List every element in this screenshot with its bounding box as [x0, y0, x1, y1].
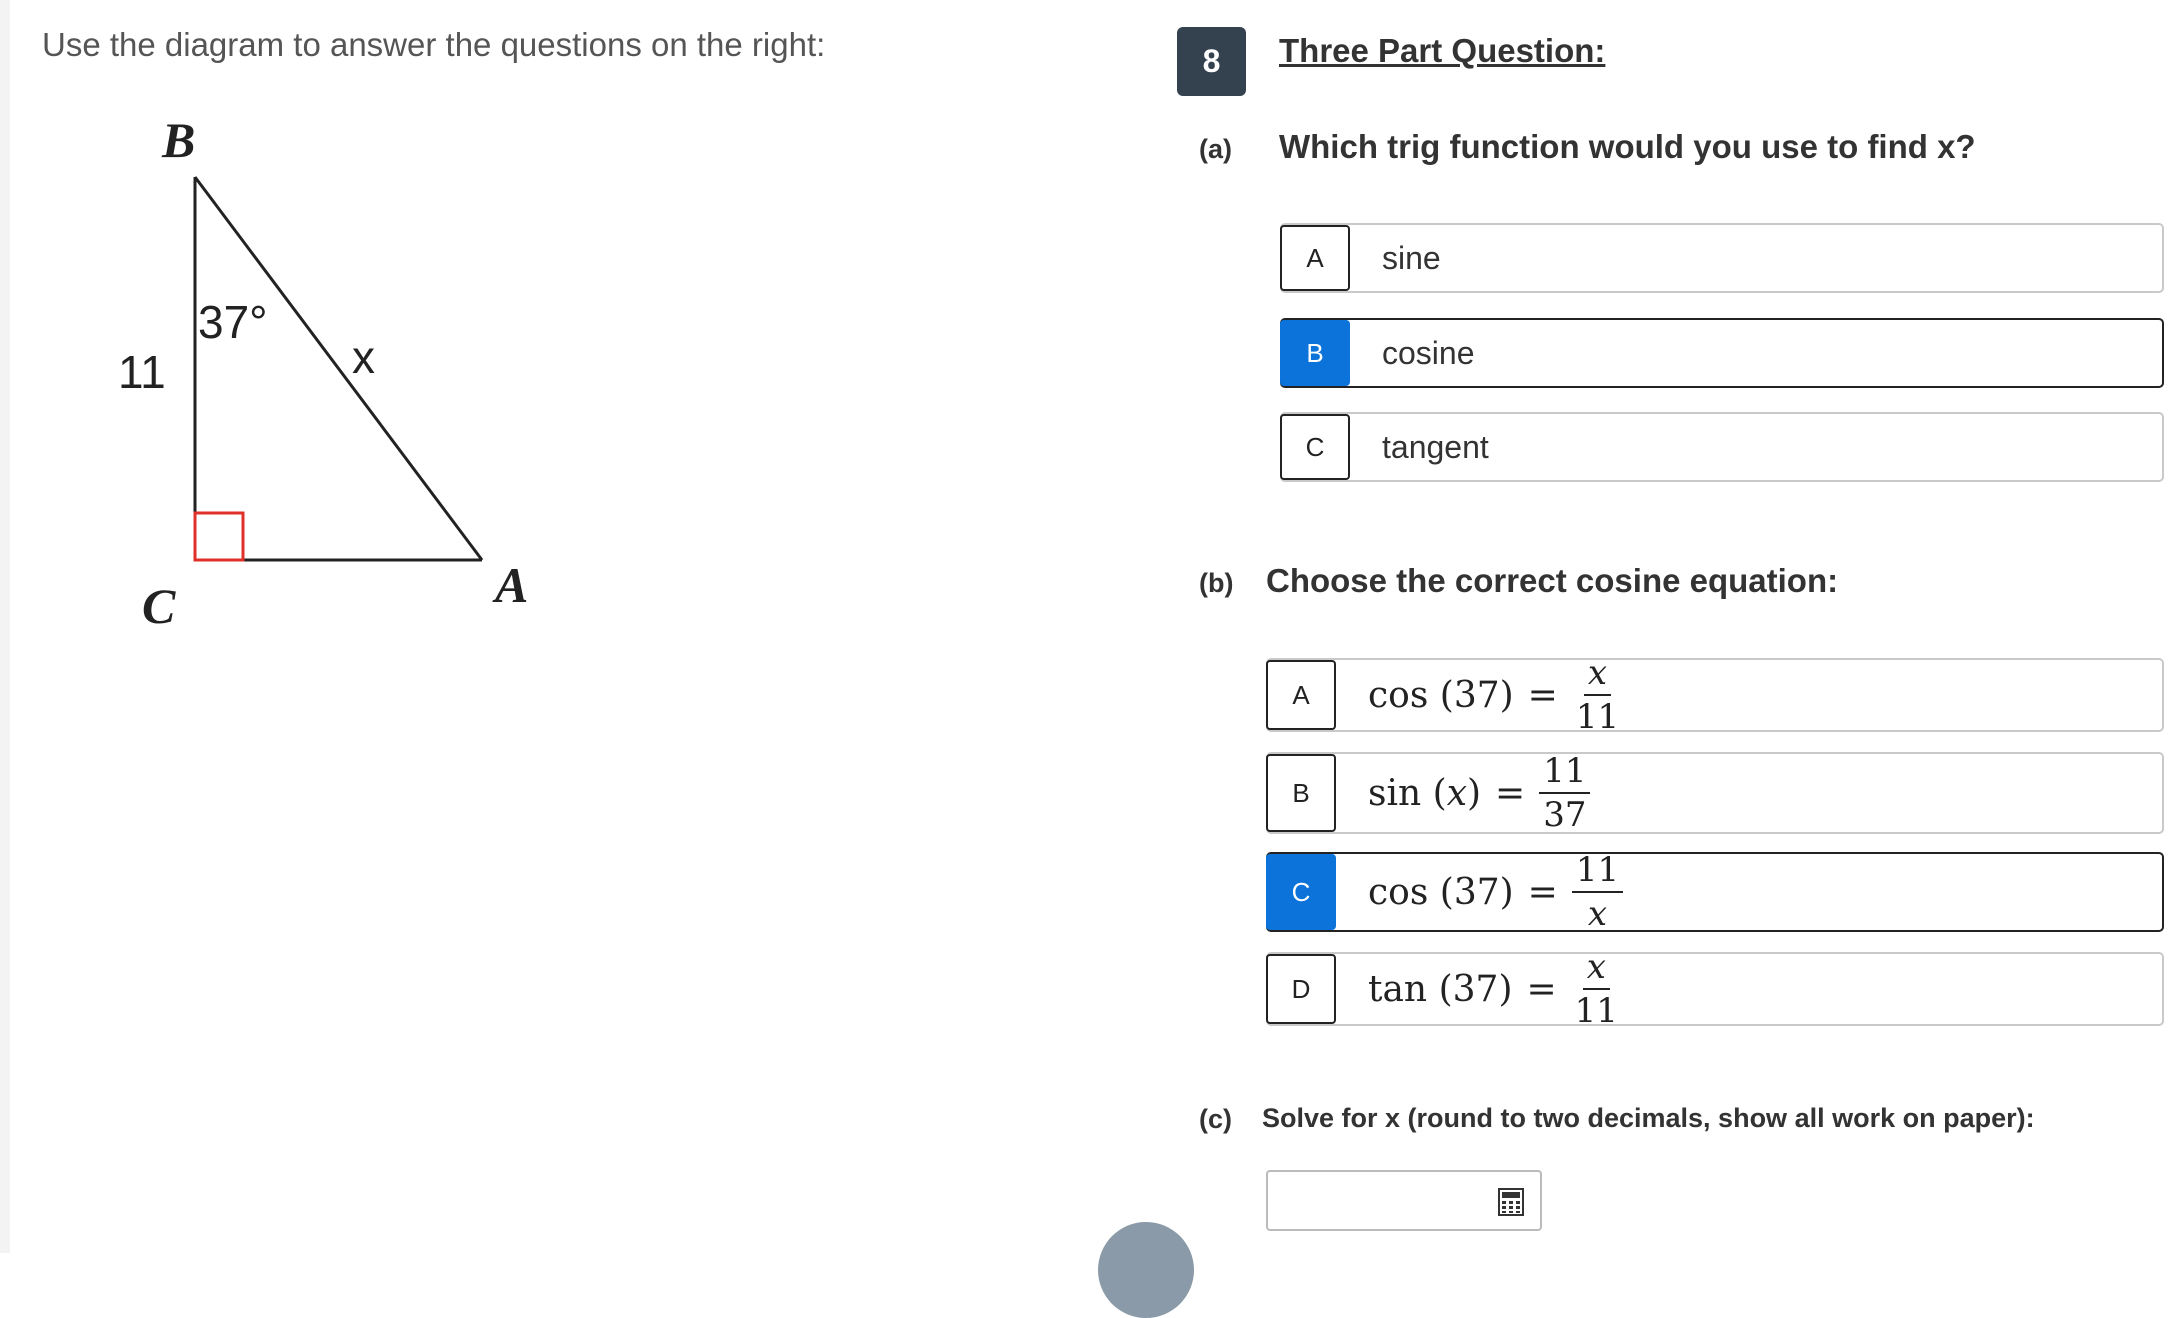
- eq-arg: 37: [1453, 871, 1500, 913]
- scroll-handle-circle[interactable]: [1098, 1222, 1194, 1318]
- eq-denominator: 11: [1574, 991, 1618, 1031]
- eq-numerator: 11: [1539, 754, 1591, 794]
- eq-func: cos: [1368, 871, 1429, 913]
- side-label-x: x: [352, 331, 375, 383]
- equation: cos (37) = x 11: [1368, 656, 1623, 734]
- eq-fraction: 11 37: [1539, 754, 1591, 835]
- eq-equals: =: [1495, 772, 1526, 814]
- part-a-option-b[interactable]: B cosine: [1280, 318, 2164, 388]
- option-letter: A: [1266, 660, 1336, 730]
- part-b-option-a[interactable]: A cos (37) = x 11: [1266, 656, 2164, 734]
- answer-input-box[interactable]: [1266, 1170, 1542, 1231]
- option-letter: A: [1280, 225, 1350, 291]
- eq-arg: 37: [1453, 674, 1500, 716]
- eq-fraction: x 11: [1571, 950, 1622, 1028]
- eq-denominator: x: [1587, 894, 1608, 934]
- part-b-label: (b): [1199, 568, 1234, 598]
- answer-input[interactable]: [1276, 1172, 1480, 1224]
- eq-func: sin: [1368, 772, 1422, 814]
- equation: cos (37) = 11 x: [1368, 853, 1624, 934]
- vertex-a-label: A: [492, 557, 528, 613]
- question-number-badge: 8: [1177, 27, 1246, 96]
- part-a-option-a[interactable]: A sine: [1280, 223, 2164, 293]
- vertex-c-label: C: [142, 578, 176, 634]
- option-text: tangent: [1382, 428, 1489, 465]
- eq-arg: x: [1446, 772, 1467, 814]
- left-edge-bar: [0, 0, 10, 1253]
- part-b-option-c[interactable]: C cos (37) = 11 x: [1266, 852, 2164, 932]
- option-letter: D: [1266, 954, 1336, 1024]
- eq-numerator: 11: [1571, 853, 1624, 893]
- part-b-option-d[interactable]: D tan (37) = x 11: [1266, 950, 2164, 1028]
- equation: sin (x) = 11 37: [1368, 754, 1591, 835]
- eq-equals: =: [1527, 871, 1558, 913]
- eq-fraction: 11 x: [1571, 853, 1624, 934]
- eq-equals: =: [1527, 674, 1558, 716]
- part-b-question: Choose the correct cosine equation:: [1266, 562, 1839, 599]
- instructions-text: Use the diagram to answer the questions …: [42, 26, 826, 63]
- part-a-label: (a): [1199, 134, 1232, 164]
- vertex-b-label: B: [161, 112, 195, 168]
- option-letter: B: [1266, 754, 1336, 832]
- angle-label: 37°: [198, 296, 268, 348]
- option-letter: B: [1280, 320, 1350, 386]
- eq-func: cos: [1368, 674, 1429, 716]
- option-letter: C: [1266, 854, 1336, 930]
- part-c-question: Solve for x (round to two decimals, show…: [1262, 1103, 2035, 1133]
- option-letter: C: [1280, 414, 1350, 480]
- eq-equals: =: [1526, 968, 1557, 1010]
- eq-arg: 37: [1452, 968, 1499, 1010]
- question-title: Three Part Question:: [1279, 32, 1606, 69]
- side-label-11: 11: [118, 346, 166, 398]
- part-a-option-c[interactable]: C tangent: [1280, 412, 2164, 482]
- part-b-option-b[interactable]: B sin (x) = 11 37: [1266, 752, 2164, 834]
- part-c-label: (c): [1199, 1104, 1232, 1134]
- option-text: sine: [1382, 239, 1441, 276]
- eq-numerator: x: [1583, 656, 1612, 696]
- right-angle-marker: [193, 511, 245, 562]
- part-a-question: Which trig function would you use to fin…: [1279, 128, 1976, 165]
- eq-func: tan: [1368, 968, 1428, 1010]
- eq-numerator: x: [1582, 950, 1610, 990]
- eq-fraction: x 11: [1572, 656, 1623, 734]
- option-text: cosine: [1382, 334, 1475, 371]
- triangle-diagram: B C A 37° 11 x: [118, 112, 528, 634]
- eq-denominator: 37: [1543, 795, 1587, 835]
- equation: tan (37) = x 11: [1368, 950, 1622, 1028]
- eq-denominator: 11: [1575, 697, 1620, 737]
- calculator-icon[interactable]: [1498, 1188, 1524, 1216]
